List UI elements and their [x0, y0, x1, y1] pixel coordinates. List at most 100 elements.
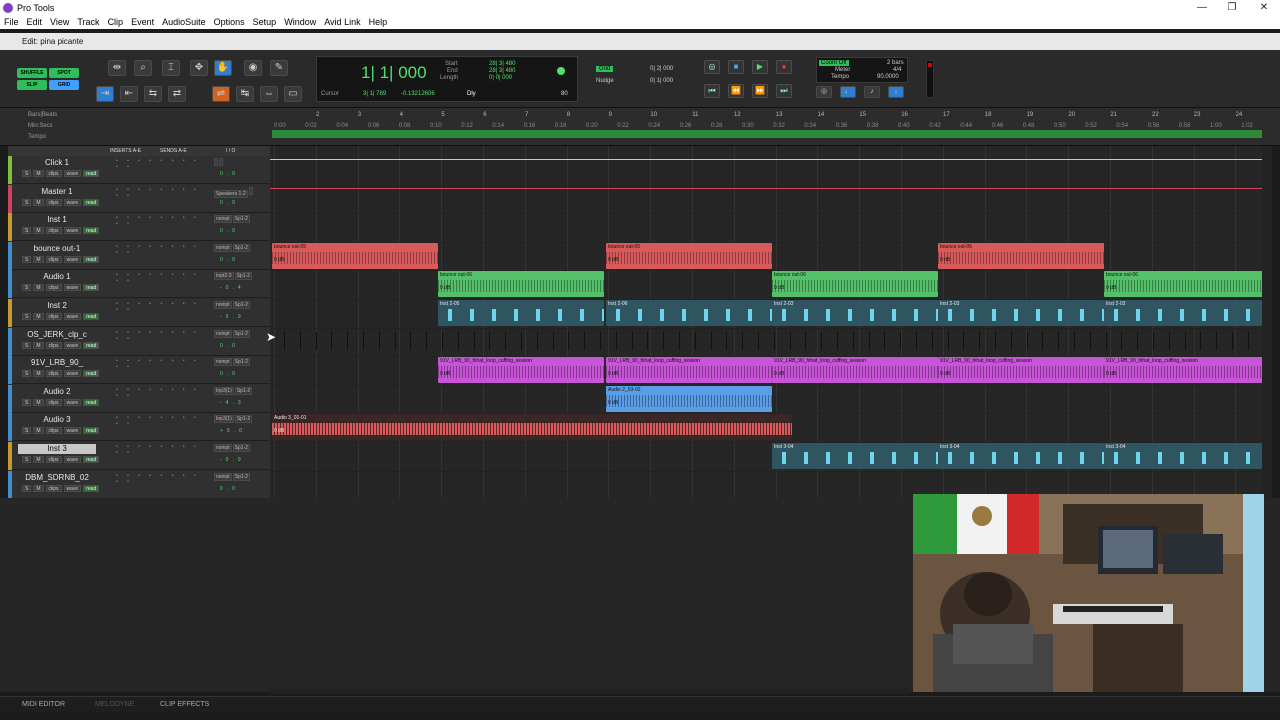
automation-mode-button[interactable]: read — [83, 427, 100, 435]
link-timeline-icon[interactable]: ⇌ — [212, 86, 230, 102]
fast-forward-icon[interactable]: ⏩ — [752, 84, 768, 98]
track-name[interactable]: Audio 2 — [18, 387, 96, 397]
mute-button[interactable]: M — [33, 170, 44, 177]
insert-slots[interactable]: • • • • • • • • • • — [116, 215, 206, 227]
solo-button[interactable]: S — [22, 456, 32, 463]
slip-mode-button[interactable]: SLIP — [17, 80, 47, 90]
grid-value[interactable]: 0| 2| 000 — [650, 66, 673, 72]
track-name[interactable]: OS_JERK_clp_c — [18, 330, 96, 340]
insert-slots[interactable]: • • • • • • • • • • — [116, 444, 206, 456]
smart-tool-icon[interactable]: ✥ — [190, 60, 208, 76]
conductor-icon[interactable]: ♪ — [864, 86, 880, 98]
audio-clip[interactable]: Inst 2-05 — [438, 300, 604, 326]
playlist-view-button[interactable]: wave — [63, 427, 82, 435]
track-view-selector[interactable]: clips — [45, 370, 62, 378]
horizontal-scrollbar[interactable] — [270, 688, 910, 694]
tab-midi-editor[interactable]: MIDI EDITOR — [22, 701, 65, 708]
automation-follows-icon[interactable]: ▭ — [284, 86, 302, 102]
playlist-view-button[interactable]: wave — [63, 484, 82, 492]
track-row[interactable]: Master 1 S Mclips wave read • • • • • • • • •… — [8, 184, 270, 213]
automation-mode-button[interactable]: read — [83, 484, 100, 492]
playlist-view-button[interactable]: wave — [63, 227, 82, 235]
insert-slots[interactable]: • • • • • • • • • • — [116, 158, 206, 170]
trim-tool-icon[interactable]: ⇹ — [108, 60, 126, 76]
mute-button[interactable]: M — [33, 456, 44, 463]
output-selector[interactable] — [219, 158, 223, 166]
track-view-selector[interactable]: clips — [45, 456, 62, 463]
count-off-button[interactable]: Count Off — [819, 60, 849, 66]
minimize-button[interactable]: — — [1188, 0, 1216, 15]
insert-slots[interactable]: • • • • • • • • • • — [116, 473, 206, 485]
track-name[interactable]: DBM_SDRNB_02 — [18, 473, 96, 483]
track-row[interactable]: DBM_SDRNB_02 S Mclips wave read • • • • • • •… — [8, 470, 270, 499]
solo-button[interactable]: S — [22, 484, 32, 492]
audio-clip[interactable]: Audio 3_01-01 0 dB — [272, 414, 792, 441]
solo-button[interactable]: S — [22, 198, 32, 206]
audio-clip[interactable]: bounce out-06 0 dB — [772, 271, 938, 298]
audio-clip[interactable]: bounce out-06 0 dB — [1104, 271, 1270, 298]
track-row[interactable]: Click 1 S Mclips wave read • • • • • • • • • … — [8, 156, 270, 184]
stop-icon[interactable]: ■ — [728, 60, 744, 74]
volume-readout[interactable]: 0.0 — [220, 486, 239, 492]
automation-mode-button[interactable]: read — [83, 370, 100, 378]
scrubber-tool-icon[interactable]: ◉ — [244, 60, 262, 76]
menu-view[interactable]: View — [50, 17, 69, 27]
mirror-midi-icon[interactable]: ⇔ — [260, 86, 278, 102]
menu-clip[interactable]: Clip — [108, 17, 124, 27]
track-name[interactable]: Inst 1 — [18, 215, 96, 225]
automation-mode-button[interactable]: read — [83, 255, 100, 263]
menu-help[interactable]: Help — [369, 17, 388, 27]
output-selector[interactable]: Sp1-2 — [234, 386, 253, 395]
tempo-value[interactable]: 90.0000 — [877, 74, 899, 80]
audio-clip[interactable]: Audio 2_03-02 0 dB — [606, 385, 772, 412]
input-selector[interactable]: noinpt — [214, 301, 232, 309]
track-name[interactable]: Inst 2 — [18, 301, 96, 311]
solo-button[interactable]: S — [22, 227, 32, 235]
volume-readout[interactable]: -0.4 — [220, 285, 245, 291]
tab-clip-effects[interactable]: CLIP EFFECTS — [160, 701, 209, 708]
shuffle-mode-button[interactable]: SHUFFLE — [17, 68, 47, 78]
audio-clip[interactable]: bounce out-06 0 dB — [438, 271, 604, 298]
track-row[interactable]: Inst 3 S Mclips wave read • • • • • • • • • •… — [8, 442, 270, 470]
volume-readout[interactable]: 0.0 — [220, 171, 239, 177]
edit-timeline[interactable]: bounce out-05 0 dB bounce out-05 0 dB bounce… — [266, 146, 1270, 501]
playlist-view-button[interactable]: wave — [63, 255, 82, 263]
zoom-toggle-icon[interactable]: ⇥ — [96, 86, 114, 102]
output-selector[interactable]: Sp1-2 — [234, 415, 253, 424]
rewind-icon[interactable]: ⏪ — [728, 84, 744, 98]
track-view-selector[interactable]: clips — [45, 484, 62, 492]
track-view-selector[interactable]: clips — [45, 398, 62, 406]
output-selector[interactable]: Sp1-2 — [234, 272, 252, 281]
volume-readout[interactable]: 0.0 — [220, 228, 239, 234]
track-row[interactable]: bounce out-1 S Mclips wave read • • • • • • •… — [8, 241, 270, 270]
audio-clip[interactable]: Inst 2-06 — [606, 300, 772, 326]
track-row[interactable]: Inst 2 S Mclips wave read • • • • • • • • • •… — [8, 299, 270, 327]
track-view-selector[interactable]: clips — [45, 255, 62, 263]
output-selector[interactable]: Sp1-2 — [232, 329, 250, 338]
menu-options[interactable]: Options — [214, 17, 245, 27]
automation-mode-button[interactable]: read — [83, 341, 100, 349]
audio-clip[interactable]: bounce out-05 0 dB — [938, 242, 1104, 269]
rewind-to-start-icon[interactable]: ⏮ — [704, 84, 720, 98]
output-selector[interactable]: Sp1-2 — [232, 215, 250, 224]
input-selector[interactable]: noinpt — [214, 444, 232, 452]
count-off-bars[interactable]: 2 bars — [887, 60, 904, 66]
insert-slots[interactable]: • • • • • • • • • • — [116, 330, 206, 342]
track-view-selector[interactable]: clips — [45, 284, 62, 292]
grabber-tool-icon[interactable]: ✋ — [214, 60, 232, 76]
zoomer-tool-icon[interactable]: ⌕ — [134, 60, 152, 76]
playlist-view-button[interactable]: wave — [63, 284, 82, 292]
start-value[interactable]: 28| 3| 480 — [489, 61, 515, 67]
menu-edit[interactable]: Edit — [27, 17, 43, 27]
mute-button[interactable]: M — [33, 198, 44, 206]
solo-button[interactable]: S — [22, 170, 32, 177]
automation-mode-button[interactable]: read — [83, 227, 100, 235]
insert-slots[interactable]: • • • • • • • • • • — [116, 387, 206, 399]
volume-readout[interactable]: -0.9 — [220, 457, 245, 463]
audio-clip[interactable]: Inst 2-03 — [938, 300, 1104, 326]
menu-window[interactable]: Window — [284, 17, 316, 27]
playlist-view-button[interactable]: wave — [63, 170, 82, 177]
grid-label[interactable]: Grid — [596, 66, 614, 72]
audio-clip[interactable]: 91V_LRB_90_hihat_loop_cuffing_season 0 dB — [938, 357, 1104, 384]
mute-button[interactable]: M — [33, 255, 44, 263]
